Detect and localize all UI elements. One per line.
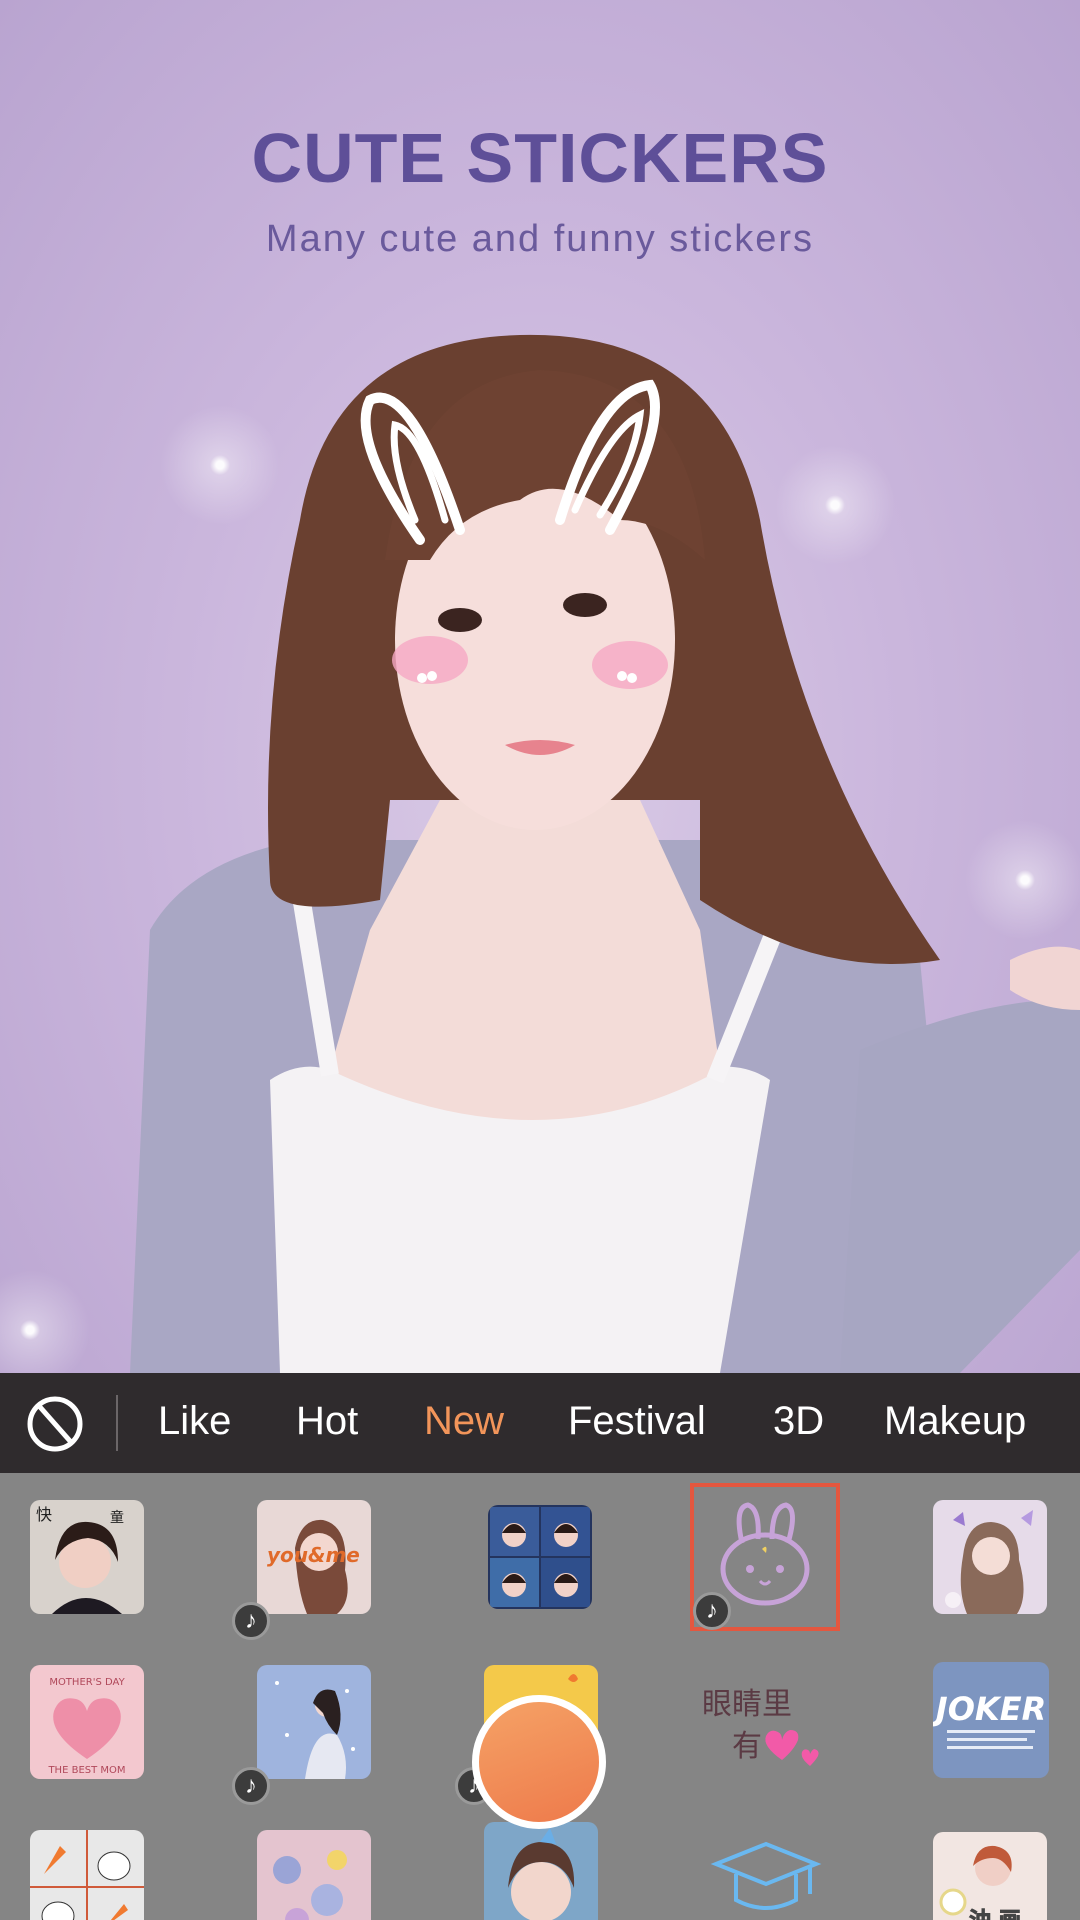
carrot-bunny-sticker-icon <box>30 1830 144 1920</box>
sticker-four-grid[interactable] <box>488 1505 592 1609</box>
sticker-oil-painting[interactable]: 油 画 <box>933 1832 1047 1920</box>
sticker-butterfly-portrait[interactable] <box>933 1500 1047 1614</box>
tab-hot[interactable]: Hot <box>296 1399 358 1444</box>
music-note-icon: ♪ <box>693 1592 731 1630</box>
svg-text:快: 快 <box>36 1505 52 1524</box>
tab-makeup[interactable]: Makeup <box>884 1399 1026 1444</box>
tab-festival[interactable]: Festival <box>568 1399 706 1444</box>
category-divider <box>116 1395 118 1451</box>
eyes-heart-text-sticker-icon: 眼睛里 有 <box>702 1687 819 1766</box>
sticker-joker[interactable]: JOKER <box>933 1662 1049 1778</box>
graduation-cap-sticker-icon <box>710 1841 822 1910</box>
sticker-butterfly-face[interactable] <box>484 1822 598 1920</box>
joker-text-sticker-icon: JOKER <box>933 1662 1049 1778</box>
tab-like[interactable]: Like <box>158 1399 231 1444</box>
oil-painting-sticker-icon: 油 画 <box>933 1832 1047 1920</box>
svg-text:有: 有 <box>732 1729 762 1764</box>
sticker-graduation-cap[interactable] <box>706 1830 826 1920</box>
svg-text:油 画: 油 画 <box>969 1909 1021 1920</box>
starry-girl-sticker-icon <box>257 1665 371 1779</box>
tab-new[interactable]: New <box>424 1399 504 1444</box>
promo-title: CUTE STICKERS <box>251 119 829 197</box>
svg-text:MOTHER'S DAY: MOTHER'S DAY <box>49 1677 125 1688</box>
tab-3d[interactable]: 3D <box>773 1399 824 1444</box>
sticker-mothers-day[interactable]: MOTHER'S DAY THE BEST MOM <box>30 1665 144 1779</box>
sticker-eyes-heart[interactable]: 眼睛里 有 <box>696 1680 836 1780</box>
sticker-carrot-bunny[interactable] <box>30 1830 144 1920</box>
capture-button[interactable] <box>472 1695 606 1829</box>
flower-frame-sticker-icon <box>257 1830 371 1920</box>
no-sticker-icon[interactable] <box>26 1395 84 1453</box>
svg-text:眼睛里: 眼睛里 <box>702 1687 792 1722</box>
svg-text:童: 童 <box>110 1509 124 1526</box>
sticker-youandme[interactable]: you&me <box>257 1500 371 1614</box>
music-note-icon: ♪ <box>232 1767 270 1805</box>
sticker-flower-frame[interactable] <box>257 1830 371 1920</box>
collage-portrait-sticker-icon: 快 童 <box>30 1500 144 1614</box>
sticker-collage-portrait[interactable]: 快 童 <box>30 1500 144 1614</box>
svg-text:THE BEST MOM: THE BEST MOM <box>47 1765 125 1776</box>
svg-text:you&me: you&me <box>267 1543 360 1567</box>
music-note-icon: ♪ <box>232 1602 270 1640</box>
sticker-category-bar: Like Hot New Festival 3D Makeup <box>0 1373 1080 1473</box>
mothers-day-heart-sticker-icon: MOTHER'S DAY THE BEST MOM <box>30 1665 144 1779</box>
butterfly-portrait-sticker-icon <box>933 1500 1047 1614</box>
youandme-portrait-sticker-icon: you&me <box>257 1500 371 1614</box>
camera-preview: CUTE STICKERS Many cute and funny sticke… <box>0 0 1080 1373</box>
butterfly-face-sticker-icon <box>484 1822 598 1920</box>
promo-subtitle: Many cute and funny stickers <box>265 218 815 260</box>
sticker-starry-girl[interactable] <box>257 1665 371 1779</box>
four-grid-faces-sticker-icon <box>488 1505 592 1609</box>
model-photo <box>130 334 1080 1373</box>
svg-text:JOKER: JOKER <box>933 1690 1046 1728</box>
